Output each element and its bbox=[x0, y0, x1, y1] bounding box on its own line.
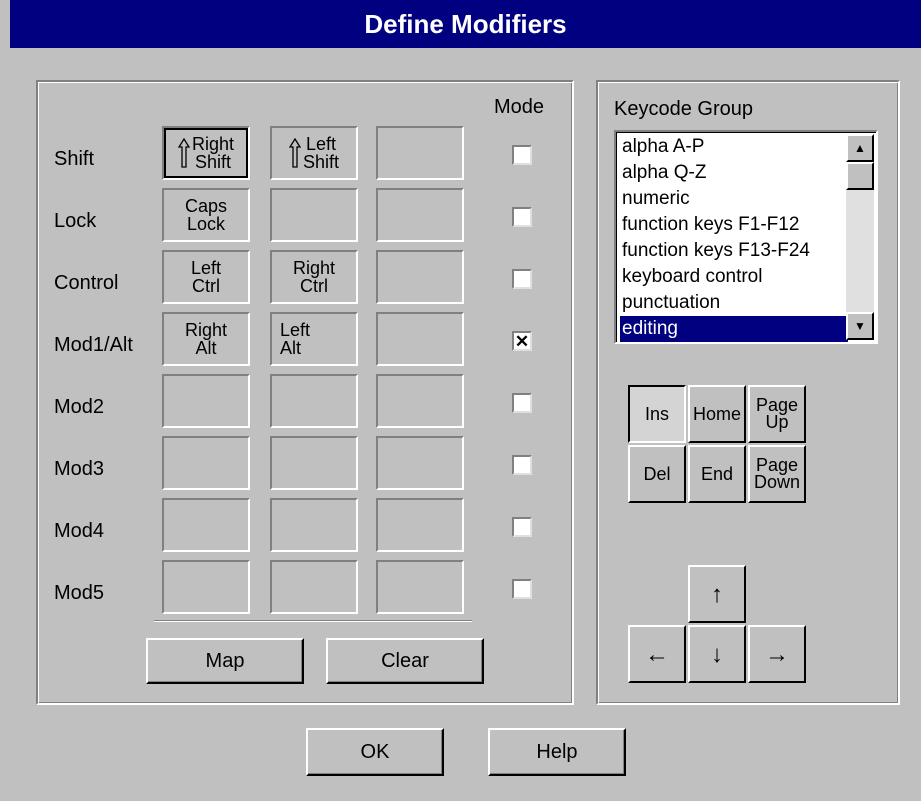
mod5-mode-checkbox[interactable] bbox=[512, 579, 532, 599]
mod2-key-slot-3[interactable] bbox=[376, 374, 464, 428]
control-key-slot-3[interactable] bbox=[376, 250, 464, 304]
ok-button[interactable]: OK bbox=[306, 728, 444, 776]
shift-key-slot-2[interactable]: Left Shift bbox=[270, 126, 358, 180]
key-label: Left Ctrl bbox=[190, 258, 222, 296]
list-item[interactable]: alpha Q-Z bbox=[620, 160, 848, 186]
mod2-key-slot-2[interactable] bbox=[270, 374, 358, 428]
mod1-key-slot-1[interactable]: Right Alt bbox=[162, 312, 250, 366]
list-item[interactable]: alpha A-P bbox=[620, 134, 848, 160]
ins-key-button[interactable]: Ins bbox=[628, 385, 686, 443]
control-key-slot-1[interactable]: Left Ctrl bbox=[162, 250, 250, 304]
control-mode-checkbox[interactable] bbox=[512, 269, 532, 289]
shift-arrow-icon bbox=[288, 138, 303, 168]
page-down-key-button[interactable]: Page Down bbox=[748, 445, 806, 503]
mod2-mode-checkbox[interactable] bbox=[512, 393, 532, 413]
mod5-key-slot-3[interactable] bbox=[376, 560, 464, 614]
row-label-control: Control bbox=[54, 272, 119, 294]
scroll-up-icon[interactable]: ▲ bbox=[846, 134, 874, 162]
shift-key-slot-1[interactable]: Right Shift bbox=[162, 126, 250, 180]
list-item[interactable]: function keys F1-F12 bbox=[620, 212, 848, 238]
keycode-group-label: Keycode Group bbox=[614, 98, 753, 120]
list-item[interactable]: numeric bbox=[620, 186, 848, 212]
mod1-key-slot-2[interactable]: Left Alt bbox=[270, 312, 358, 366]
arrow-left-icon[interactable]: ← bbox=[628, 625, 686, 683]
end-key-button[interactable]: End bbox=[688, 445, 746, 503]
shift-key-slot-3[interactable] bbox=[376, 126, 464, 180]
row-label-mod1-alt: Mod1/Alt bbox=[54, 334, 133, 356]
row-label-mod5: Mod5 bbox=[54, 582, 105, 604]
mod4-mode-checkbox[interactable] bbox=[512, 517, 532, 537]
key-label: Right Alt bbox=[184, 320, 228, 358]
arrow-down-icon[interactable]: ↓ bbox=[688, 625, 746, 683]
mod5-key-slot-2[interactable] bbox=[270, 560, 358, 614]
window-title: Define Modifiers bbox=[10, 0, 921, 48]
lock-mode-checkbox[interactable] bbox=[512, 207, 532, 227]
clear-button[interactable]: Clear bbox=[326, 638, 484, 684]
mod3-mode-checkbox[interactable] bbox=[512, 455, 532, 475]
keycode-group-list[interactable]: alpha A-P alpha Q-Z numeric function key… bbox=[614, 130, 878, 344]
mod4-key-slot-3[interactable] bbox=[376, 498, 464, 552]
key-label: Left Alt bbox=[280, 320, 311, 358]
mod1-mode-checkbox[interactable]: ✕ bbox=[512, 331, 532, 351]
del-key-button[interactable]: Del bbox=[628, 445, 686, 503]
mod3-key-slot-1[interactable] bbox=[162, 436, 250, 490]
row-label-mod2: Mod2 bbox=[54, 396, 105, 418]
mode-header: Mode bbox=[494, 96, 545, 118]
key-grid-divider bbox=[154, 620, 472, 622]
key-label: Caps Lock bbox=[184, 196, 228, 234]
help-button[interactable]: Help bbox=[488, 728, 626, 776]
check-mark-icon: ✕ bbox=[514, 331, 530, 351]
arrow-up-icon[interactable]: ↑ bbox=[688, 565, 746, 623]
lock-key-slot-2[interactable] bbox=[270, 188, 358, 242]
scroll-thumb[interactable] bbox=[846, 162, 874, 190]
key-label: Right Ctrl bbox=[292, 258, 336, 296]
mod1-key-slot-3[interactable] bbox=[376, 312, 464, 366]
key-label: Right Shift bbox=[191, 134, 235, 172]
list-scrollbar[interactable]: ▲ ▼ bbox=[846, 134, 874, 340]
row-label-shift: Shift bbox=[54, 148, 95, 170]
key-label: Left Shift bbox=[302, 134, 340, 172]
mod4-key-slot-1[interactable] bbox=[162, 498, 250, 552]
lock-key-slot-3[interactable] bbox=[376, 188, 464, 242]
lock-key-slot-1[interactable]: Caps Lock bbox=[162, 188, 250, 242]
mod3-key-slot-3[interactable] bbox=[376, 436, 464, 490]
scroll-down-icon[interactable]: ▼ bbox=[846, 312, 874, 340]
row-label-lock: Lock bbox=[54, 210, 97, 232]
mod5-key-slot-1[interactable] bbox=[162, 560, 250, 614]
shift-arrow-icon bbox=[177, 138, 192, 168]
list-item[interactable]: keyboard control bbox=[620, 264, 848, 290]
mod4-key-slot-2[interactable] bbox=[270, 498, 358, 552]
list-item-selected[interactable]: editing bbox=[620, 316, 848, 342]
shift-mode-checkbox[interactable] bbox=[512, 145, 532, 165]
row-label-mod3: Mod3 bbox=[54, 458, 105, 480]
list-item[interactable]: punctuation bbox=[620, 290, 848, 316]
page-up-key-button[interactable]: Page Up bbox=[748, 385, 806, 443]
row-label-mod4: Mod4 bbox=[54, 520, 105, 542]
home-key-button[interactable]: Home bbox=[688, 385, 746, 443]
map-button[interactable]: Map bbox=[146, 638, 304, 684]
arrow-right-icon[interactable]: → bbox=[748, 625, 806, 683]
control-key-slot-2[interactable]: Right Ctrl bbox=[270, 250, 358, 304]
list-item[interactable]: function keys F13-F24 bbox=[620, 238, 848, 264]
mod2-key-slot-1[interactable] bbox=[162, 374, 250, 428]
mod3-key-slot-2[interactable] bbox=[270, 436, 358, 490]
